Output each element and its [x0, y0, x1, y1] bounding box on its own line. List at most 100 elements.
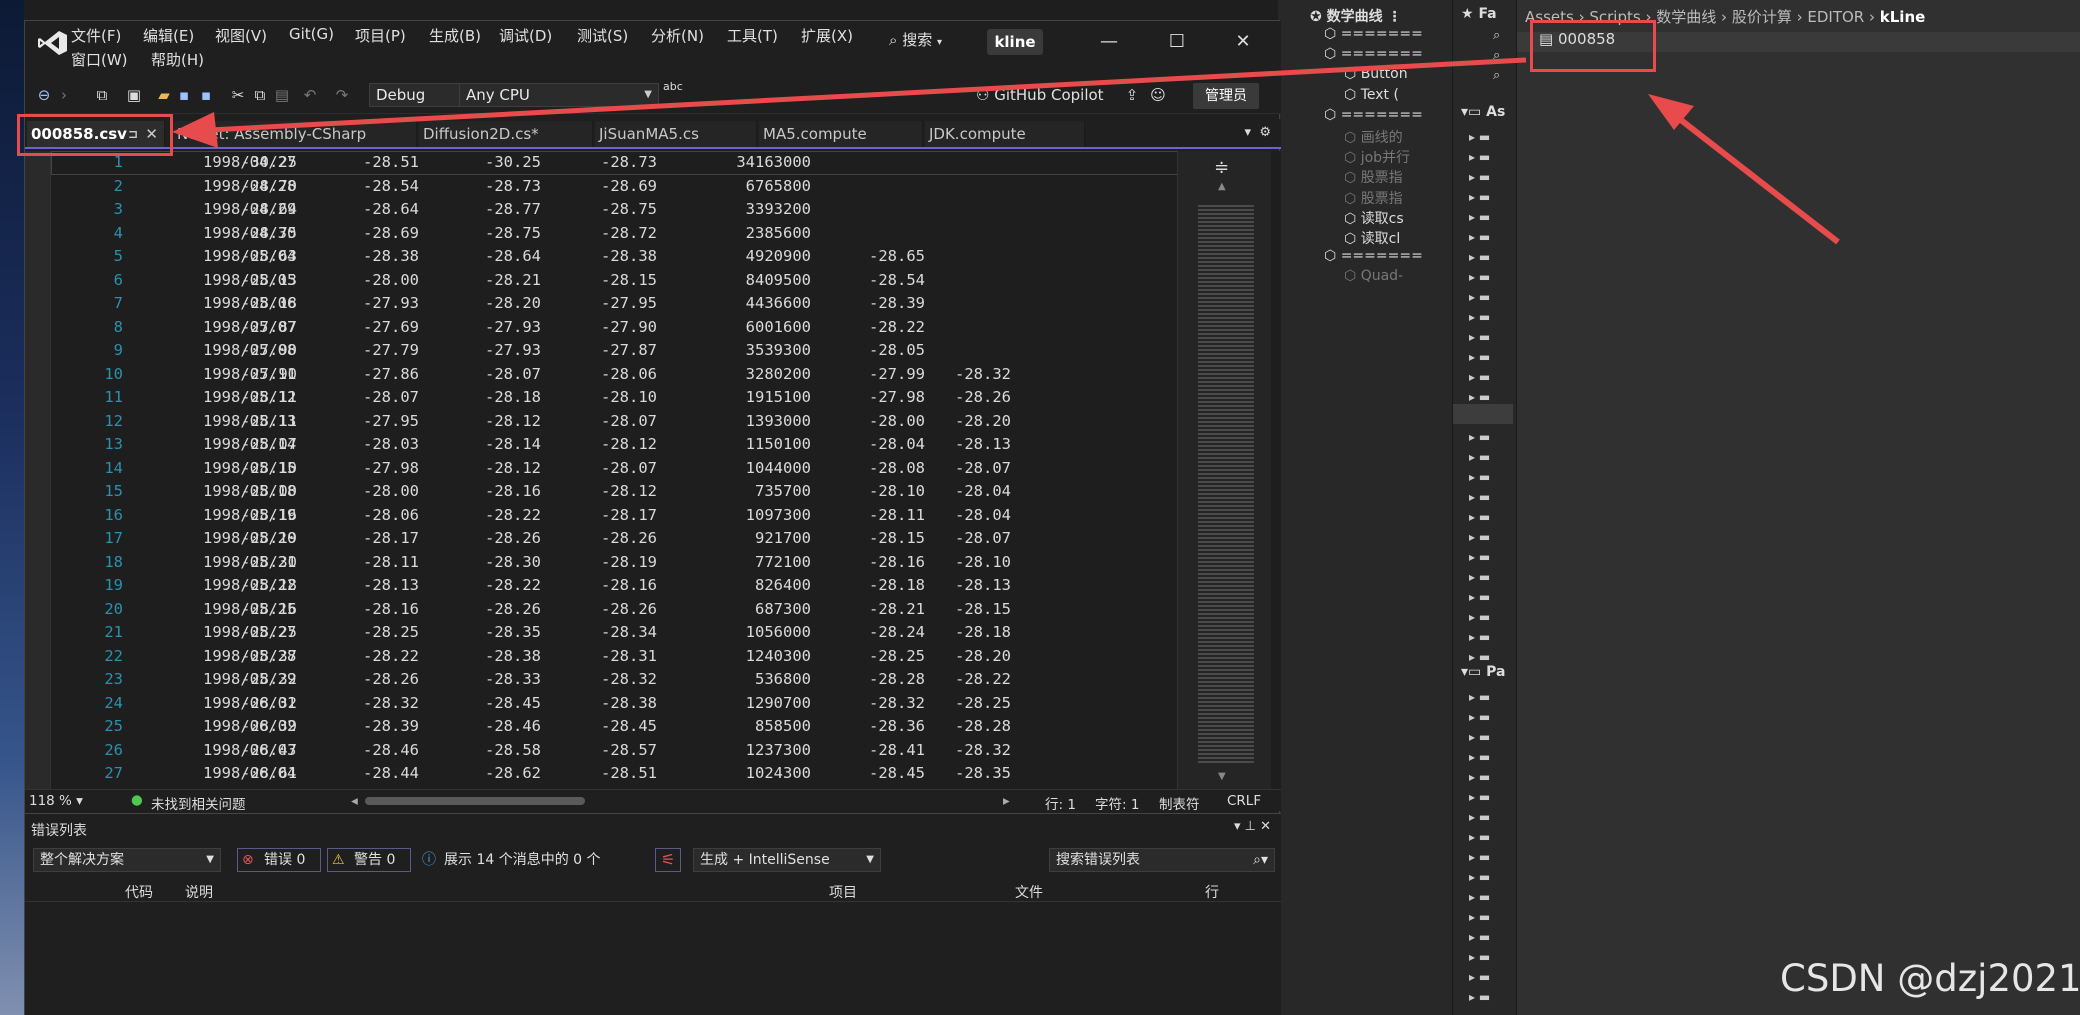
hierarchy-item[interactable]: ⬡ Quad-	[1344, 268, 1403, 288]
csv-row[interactable]: 1 1998/04/27 -30.25 -28.51 -30.25 -28.73 34163…	[51, 151, 1201, 175]
folder-icon[interactable]: ▸ ▬	[1469, 850, 1490, 870]
csv-row[interactable]: 3 1998/04/29 -28.64 -28.64 -28.77 -28.75 33932…	[51, 198, 1201, 222]
vertical-scrollbar[interactable]: ≑ ▲ ▼	[1177, 151, 1271, 789]
cut-icon[interactable]: ✂	[229, 86, 247, 104]
scroll-right-icon[interactable]: ▸	[1003, 793, 1010, 809]
code-editor[interactable]: 1 1998/04/27 -30.25 -28.51 -30.25 -28.73 34163…	[25, 151, 1281, 789]
minimize-button[interactable]: —	[1087, 27, 1131, 57]
hierarchy-item[interactable]: ⬡ Text (	[1344, 87, 1399, 107]
tab-overflow-icon[interactable]: ▾ ⚙	[1245, 125, 1271, 140]
csv-row[interactable]: 22 1998/05/28 -28.37 -28.22 -28.38 -28.31 1240…	[51, 645, 1201, 669]
folder-icon[interactable]: ▸ ▬	[1469, 790, 1490, 810]
csv-row[interactable]: 26 1998/06/03 -28.47 -28.46 -28.58 -28.57 1237…	[51, 739, 1201, 763]
csv-row[interactable]: 4 1998/04/30 -28.75 -28.69 -28.75 -28.72 23856…	[51, 222, 1201, 246]
folder-icon[interactable]: ▸ ▬	[1469, 590, 1490, 610]
close-window-button[interactable]: ✕	[1221, 27, 1265, 57]
folder-icon[interactable]: ▸ ▬	[1469, 990, 1490, 1010]
menu-item[interactable]: 帮助(H)	[151, 49, 204, 70]
csv-row[interactable]: 12 1998/05/13 -28.11 -27.95 -28.12 -28.07 1393…	[51, 410, 1201, 434]
menu-item[interactable]: Git(G)	[289, 25, 334, 43]
folder-icon[interactable]: ▸ ▬	[1469, 710, 1490, 730]
panel-controls-icon[interactable]: ▾ ⊥ ✕	[1234, 819, 1271, 834]
hierarchy-item[interactable]: ⬡ job并行	[1344, 147, 1410, 167]
breadcrumb-current[interactable]: kLine	[1880, 8, 1926, 26]
hierarchy-item[interactable]: ⬡ =======	[1324, 26, 1423, 46]
folder-icon[interactable]: ▸ ▬	[1469, 490, 1490, 510]
hierarchy-item[interactable]: ⬡ =======	[1324, 248, 1423, 268]
folder-icon[interactable]: ▸ ▬	[1469, 950, 1490, 970]
csv-row[interactable]: 19 1998/05/22 -28.18 -28.13 -28.22 -28.16 8264…	[51, 574, 1201, 598]
folder-icon[interactable]: ▸ ▬	[1469, 390, 1490, 410]
hierarchy-item[interactable]: ⬡ 读取cs	[1344, 208, 1404, 228]
column-project[interactable]: 项目	[829, 882, 857, 902]
csv-row[interactable]: 20 1998/05/25 -28.16 -28.16 -28.26 -28.26 6873…	[51, 598, 1201, 622]
folder-icon[interactable]: ▸ ▬	[1469, 310, 1490, 330]
column-description[interactable]: 说明	[185, 882, 213, 902]
csv-row[interactable]: 8 1998/05/07 -27.87 -27.69 -27.93 -27.90 60016…	[51, 316, 1201, 340]
folder-icon[interactable]: ▸ ▬	[1469, 610, 1490, 630]
folder-icon[interactable]: ▸ ▬	[1469, 290, 1490, 310]
tab-jdk-compute[interactable]: JDK.compute	[925, 121, 1085, 147]
folder-icon[interactable]: ▸ ▬	[1469, 370, 1490, 390]
folder-icon[interactable]: ▸ ▬	[1469, 530, 1490, 550]
folder-icon[interactable]: ▸ ▬	[1469, 130, 1490, 150]
menu-item[interactable]: 项目(P)	[355, 25, 406, 46]
paste-icon[interactable]: ▤	[273, 86, 291, 104]
menu-item[interactable]: 测试(S)	[577, 25, 628, 46]
line-indicator[interactable]: 行: 1	[1045, 793, 1076, 813]
new-project-icon[interactable]: ⧉	[93, 86, 111, 104]
menu-item[interactable]: 文件(F)	[71, 25, 121, 46]
folder-icon[interactable]: ▸ ▬	[1469, 330, 1490, 350]
char-indicator[interactable]: 字符: 1	[1095, 793, 1139, 813]
csv-row[interactable]: 6 1998/05/05 -28.13 -28.00 -28.21 -28.15 84095…	[51, 269, 1201, 293]
csv-row[interactable]: 18 1998/05/21 -28.30 -28.11 -28.30 -28.19 7721…	[51, 551, 1201, 575]
folder-icon[interactable]: ▸ ▬	[1469, 910, 1490, 930]
column-line[interactable]: 行	[1205, 882, 1219, 902]
menu-item[interactable]: 窗口(W)	[71, 49, 128, 70]
folder-icon[interactable]: ▸ ▬	[1469, 690, 1490, 710]
assets-folder[interactable]: ▾▭ As	[1461, 104, 1505, 120]
navigate-forward-icon[interactable]: ›	[55, 86, 73, 104]
new-file-icon[interactable]: ▣	[125, 86, 143, 104]
csv-row[interactable]: 10 1998/05/11 -27.90 -27.86 -28.07 -28.06 3280…	[51, 363, 1201, 387]
folder-icon[interactable]: ▸ ▬	[1469, 570, 1490, 590]
csv-content[interactable]: 1 1998/04/27 -30.25 -28.51 -30.25 -28.73 34163…	[51, 151, 1201, 789]
zoom-dropdown[interactable]: 118 % ▾	[29, 793, 83, 809]
folder-icon[interactable]: ▸ ▬	[1469, 550, 1490, 570]
menu-item[interactable]: 调试(D)	[499, 25, 552, 46]
tab-mode-indicator[interactable]: 制表符	[1159, 793, 1200, 813]
tab-diffusion2d[interactable]: Diffusion2D.cs*	[419, 121, 593, 147]
menu-item[interactable]: 分析(N)	[651, 25, 704, 46]
feedback-icon[interactable]: ☺	[1149, 86, 1167, 104]
undo-icon[interactable]: ↶	[301, 86, 319, 104]
folder-icon[interactable]: ▸ ▬	[1469, 430, 1490, 450]
split-editor-icon[interactable]: ≑	[1214, 157, 1229, 178]
menu-item[interactable]: 工具(T)	[727, 25, 778, 46]
hierarchy-item[interactable]: ⬡ Button	[1344, 66, 1408, 86]
scope-dropdown[interactable]: 整个解决方案 ▼	[33, 848, 221, 872]
folder-icon[interactable]: ▸ ▬	[1469, 650, 1490, 670]
messages-filter-button[interactable]: ⓘ 展示 14 个消息中的 0 个	[417, 848, 637, 872]
more-icon[interactable]: ⋮	[1387, 9, 1401, 25]
csv-row[interactable]: 24 1998/06/01 -28.32 -28.32 -28.45 -28.38 1290…	[51, 692, 1201, 716]
csv-row[interactable]: 17 1998/05/20 -28.19 -28.17 -28.26 -28.26 9217…	[51, 527, 1201, 551]
scene-header[interactable]: ✪ 数学曲线 ⋮	[1310, 6, 1401, 26]
menu-item[interactable]: 生成(B)	[429, 25, 481, 46]
warnings-filter-button[interactable]: ⚠ 警告 0	[327, 848, 411, 872]
breadcrumb-item[interactable]: 数学曲线	[1656, 8, 1716, 26]
error-search-input[interactable]: 搜索错误列表 ⌕▾	[1049, 848, 1275, 872]
csv-row[interactable]: 27 1998/06/04 -28.61 -28.44 -28.62 -28.51 1024…	[51, 762, 1201, 786]
column-file[interactable]: 文件	[1015, 882, 1043, 902]
folder-icon[interactable]: ▸ ▬	[1469, 970, 1490, 990]
folder-icon[interactable]: ▸ ▬	[1469, 250, 1490, 270]
folder-icon[interactable]: ▸ ▬	[1469, 730, 1490, 750]
redo-icon[interactable]: ↷	[333, 86, 351, 104]
folder-icon[interactable]: ▸ ▬	[1469, 350, 1490, 370]
menu-item[interactable]: 视图(V)	[215, 25, 267, 46]
csv-row[interactable]: 25 1998/06/02 -28.39 -28.39 -28.46 -28.45 8585…	[51, 715, 1201, 739]
folder-icon[interactable]: ▸ ▬	[1469, 870, 1490, 890]
navigate-back-icon[interactable]: ⊖	[35, 86, 53, 104]
csv-row[interactable]: 21 1998/05/27 -28.25 -28.25 -28.35 -28.34 1056…	[51, 621, 1201, 645]
folder-icon[interactable]: ▸ ▬	[1469, 170, 1490, 190]
folder-icon[interactable]: ▸ ▬	[1469, 470, 1490, 490]
